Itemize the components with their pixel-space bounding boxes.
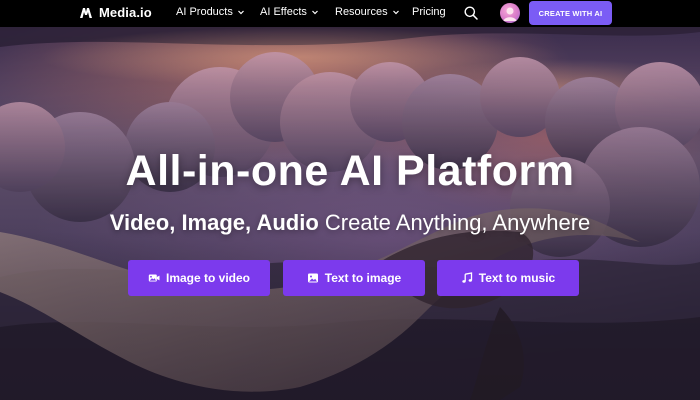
text-to-music-button[interactable]: Text to music bbox=[437, 260, 579, 296]
nav-item-label: Pricing bbox=[412, 6, 446, 18]
brand-name: Media.io bbox=[99, 5, 152, 20]
brand-logo[interactable]: Media.io bbox=[79, 5, 152, 20]
hero-section: All-in-one AI Platform Video, Image, Aud… bbox=[0, 27, 700, 400]
hero-title: All-in-one AI Platform bbox=[125, 147, 575, 195]
page: Media.io AI Products AI Effects Resource… bbox=[0, 0, 700, 400]
cta-label: Image to video bbox=[165, 271, 251, 285]
nav-item-label: AI Products bbox=[176, 6, 233, 18]
hero-subtitle-bold: Video, Image, Audio bbox=[109, 210, 319, 235]
hero-subtitle-rest: Create Anything, Anywhere bbox=[318, 210, 591, 235]
image-video-icon bbox=[148, 274, 160, 282]
image-icon bbox=[307, 273, 318, 283]
cta-label: Text to image bbox=[324, 271, 402, 285]
avatar-icon bbox=[503, 7, 517, 21]
hero-subtitle: Video, Image, Audio Create Anything, Any… bbox=[0, 210, 700, 236]
chevron-down-icon bbox=[311, 10, 318, 15]
nav-item-pricing[interactable]: Pricing bbox=[412, 6, 446, 18]
nav-item-label: Resources bbox=[335, 6, 388, 18]
nav-item-ai-products[interactable]: AI Products bbox=[176, 6, 245, 18]
cta-label: Text to music bbox=[478, 271, 556, 285]
chevron-down-icon bbox=[392, 10, 399, 15]
top-navigation: Media.io AI Products AI Effects Resource… bbox=[0, 0, 700, 27]
nav-item-label: AI Effects bbox=[260, 6, 307, 18]
nav-item-ai-effects[interactable]: AI Effects bbox=[260, 6, 319, 18]
chevron-down-icon bbox=[237, 10, 244, 15]
media-io-logo-icon bbox=[80, 7, 92, 18]
text-to-image-button[interactable]: Text to image bbox=[283, 260, 425, 296]
image-to-video-button[interactable]: Image to video bbox=[128, 260, 270, 296]
search-icon[interactable] bbox=[463, 5, 479, 21]
music-note-icon bbox=[462, 272, 472, 283]
user-avatar[interactable] bbox=[500, 3, 520, 23]
nav-item-resources[interactable]: Resources bbox=[335, 6, 400, 18]
create-with-ai-button[interactable]: CREATE WITH AI bbox=[529, 1, 612, 25]
